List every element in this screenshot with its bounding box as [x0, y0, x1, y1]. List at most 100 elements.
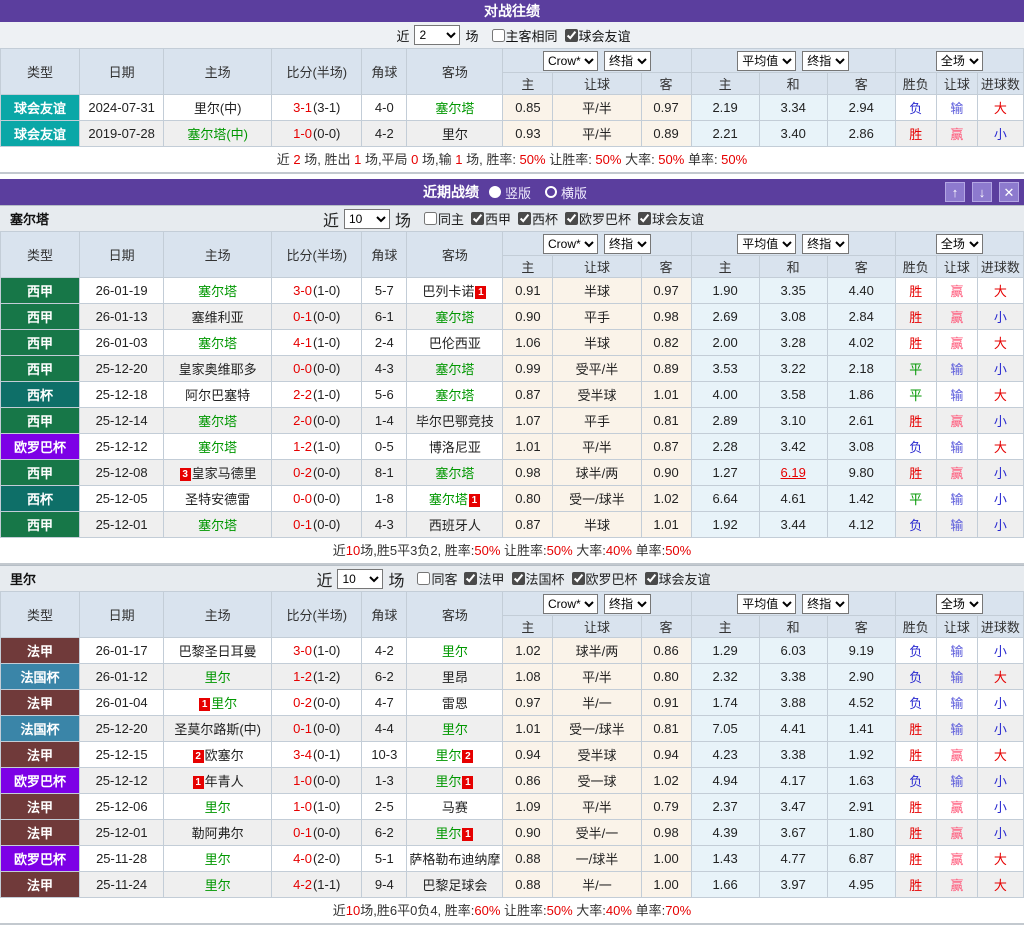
filter-checkbox[interactable]: 球会友谊 — [638, 569, 711, 588]
filter-checkbox[interactable]: 同客 — [407, 569, 457, 588]
league-badge: 西杯 — [1, 486, 80, 512]
subcol-header: 客 — [641, 73, 691, 95]
filter-checkbox[interactable]: 同主 — [414, 209, 464, 228]
layout-radio-horizontal[interactable]: 横版 — [545, 183, 587, 202]
team-home: 巴黎圣日耳曼 — [164, 638, 272, 664]
team-away: 雷恩 — [407, 690, 503, 716]
odds-source-select[interactable]: 平均值 — [737, 234, 796, 254]
odds-source-select[interactable]: Crow* — [543, 594, 598, 614]
handicap-odds: 平手 — [553, 304, 641, 330]
avg-odds: 3.38 — [759, 742, 827, 768]
fulltime-score: 4-2 — [293, 877, 312, 892]
odds-source-select[interactable]: 终指 — [802, 234, 849, 254]
checkbox-input[interactable] — [565, 29, 578, 42]
team-away: 塞尔塔1 — [407, 486, 503, 512]
checkbox-input[interactable] — [645, 572, 658, 585]
fulltime-score: 1-0 — [293, 799, 312, 814]
checkbox-input[interactable] — [518, 212, 531, 225]
radio-unselected-icon — [545, 186, 557, 198]
odds-source-select[interactable]: Crow* — [543, 234, 598, 254]
checkbox-input[interactable] — [565, 212, 578, 225]
h2h-title: 对战往绩 — [484, 3, 540, 19]
checkbox-input[interactable] — [417, 572, 430, 585]
games-count-select[interactable]: 10 — [344, 209, 390, 229]
filter-checkbox[interactable]: 球会友谊 — [631, 209, 704, 228]
handicap-odds: 0.87 — [503, 512, 553, 538]
subcol-header: 主 — [691, 256, 759, 278]
scroll-up-button[interactable]: ↑ — [945, 182, 965, 202]
avg-odds: 3.38 — [759, 664, 827, 690]
summary-text: 50% — [595, 152, 621, 167]
games-count-select[interactable]: 2 — [414, 25, 460, 45]
result-goals: 小 — [977, 304, 1023, 330]
avg-odds: 2.86 — [827, 121, 895, 147]
team-away: 里尔1 — [407, 768, 503, 794]
odds-source-select[interactable]: 终指 — [604, 234, 651, 254]
fulltime-score: 1-0 — [293, 126, 312, 141]
handicap-odds: 1.07 — [503, 408, 553, 434]
odds-source-select[interactable]: 全场 — [936, 594, 983, 614]
team-name: 塞尔塔 — [435, 101, 474, 116]
odds-source-select[interactable]: Crow* — [543, 51, 598, 71]
filter-checkbox[interactable]: 欧罗巴杯 — [558, 209, 631, 228]
checkbox-input[interactable] — [464, 572, 477, 585]
result-goals: 小 — [977, 356, 1023, 382]
subcol-header: 和 — [759, 73, 827, 95]
result-goals: 小 — [977, 716, 1023, 742]
league-badge: 法甲 — [1, 742, 80, 768]
filter-checkbox[interactable]: 球会友谊 — [558, 26, 631, 45]
avg-odds: 6.64 — [691, 486, 759, 512]
col-header: 比分(半场) — [272, 49, 362, 95]
col-header: 类型 — [1, 232, 80, 278]
match-score: 3-1(3-1) — [272, 95, 362, 121]
result-handicap: 输 — [936, 434, 977, 460]
filter-checkbox[interactable]: 欧罗巴杯 — [565, 569, 638, 588]
section-team-name: 里尔 — [10, 569, 36, 588]
close-button[interactable]: ✕ — [999, 182, 1019, 202]
odds-source-select[interactable]: 终指 — [604, 51, 651, 71]
odds-source-select[interactable]: 终指 — [802, 51, 849, 71]
team-home: 圣特安德雷 — [164, 486, 272, 512]
avg-odds: 3.47 — [759, 794, 827, 820]
checkbox-input[interactable] — [512, 572, 525, 585]
checkbox-input[interactable] — [572, 572, 585, 585]
handicap-odds: 受一球 — [553, 768, 641, 794]
summary-text: 场,平局 — [361, 152, 411, 167]
odds-source-select[interactable]: 平均值 — [737, 51, 796, 71]
result-goals: 小 — [977, 690, 1023, 716]
avg-odds: 2.90 — [827, 664, 895, 690]
subcol-header: 客 — [641, 256, 691, 278]
filter-checkbox[interactable]: 西甲 — [464, 209, 511, 228]
red-card-badge: 2 — [193, 750, 204, 763]
games-count-select[interactable]: 10 — [337, 569, 383, 589]
corner-count: 8-1 — [362, 460, 407, 486]
avg-odds: 6.19 — [759, 460, 827, 486]
match-row: 西杯25-12-18阿尔巴塞特2-2(1-0)5-6塞尔塔0.87受半球1.01… — [1, 382, 1024, 408]
fulltime-score: 0-0 — [293, 361, 312, 376]
team-home: 塞尔塔(中) — [164, 121, 272, 147]
odds-source-select[interactable]: 全场 — [936, 51, 983, 71]
odds-source-select[interactable]: 终指 — [802, 594, 849, 614]
odds-source-select[interactable]: 全场 — [936, 234, 983, 254]
avg-odds: 4.40 — [827, 278, 895, 304]
result-goals: 大 — [977, 278, 1023, 304]
subcol-header: 主 — [503, 73, 553, 95]
layout-radio-vertical[interactable]: 竖版 — [489, 183, 531, 202]
checkbox-input[interactable] — [424, 212, 437, 225]
checkbox-input[interactable] — [638, 212, 651, 225]
odds-source-select[interactable]: 终指 — [604, 594, 651, 614]
filter-checkbox[interactable]: 法国杯 — [505, 569, 565, 588]
checkbox-input[interactable] — [471, 212, 484, 225]
filter-checkbox[interactable]: 主客相同 — [482, 26, 558, 45]
checkbox-input[interactable] — [492, 29, 505, 42]
filter-checkbox[interactable]: 西杯 — [511, 209, 558, 228]
result-wdl: 负 — [895, 638, 936, 664]
match-row: 法甲26-01-041里尔0-2(0-0)4-7雷恩0.97半/一0.911.7… — [1, 690, 1024, 716]
scroll-down-button[interactable]: ↓ — [972, 182, 992, 202]
odds-source-select[interactable]: 平均值 — [737, 594, 796, 614]
result-handicap: 赢 — [936, 820, 977, 846]
subcol-header: 客 — [827, 73, 895, 95]
league-badge: 法甲 — [1, 820, 80, 846]
handicap-odds: 0.94 — [641, 742, 691, 768]
filter-checkbox[interactable]: 法甲 — [457, 569, 504, 588]
